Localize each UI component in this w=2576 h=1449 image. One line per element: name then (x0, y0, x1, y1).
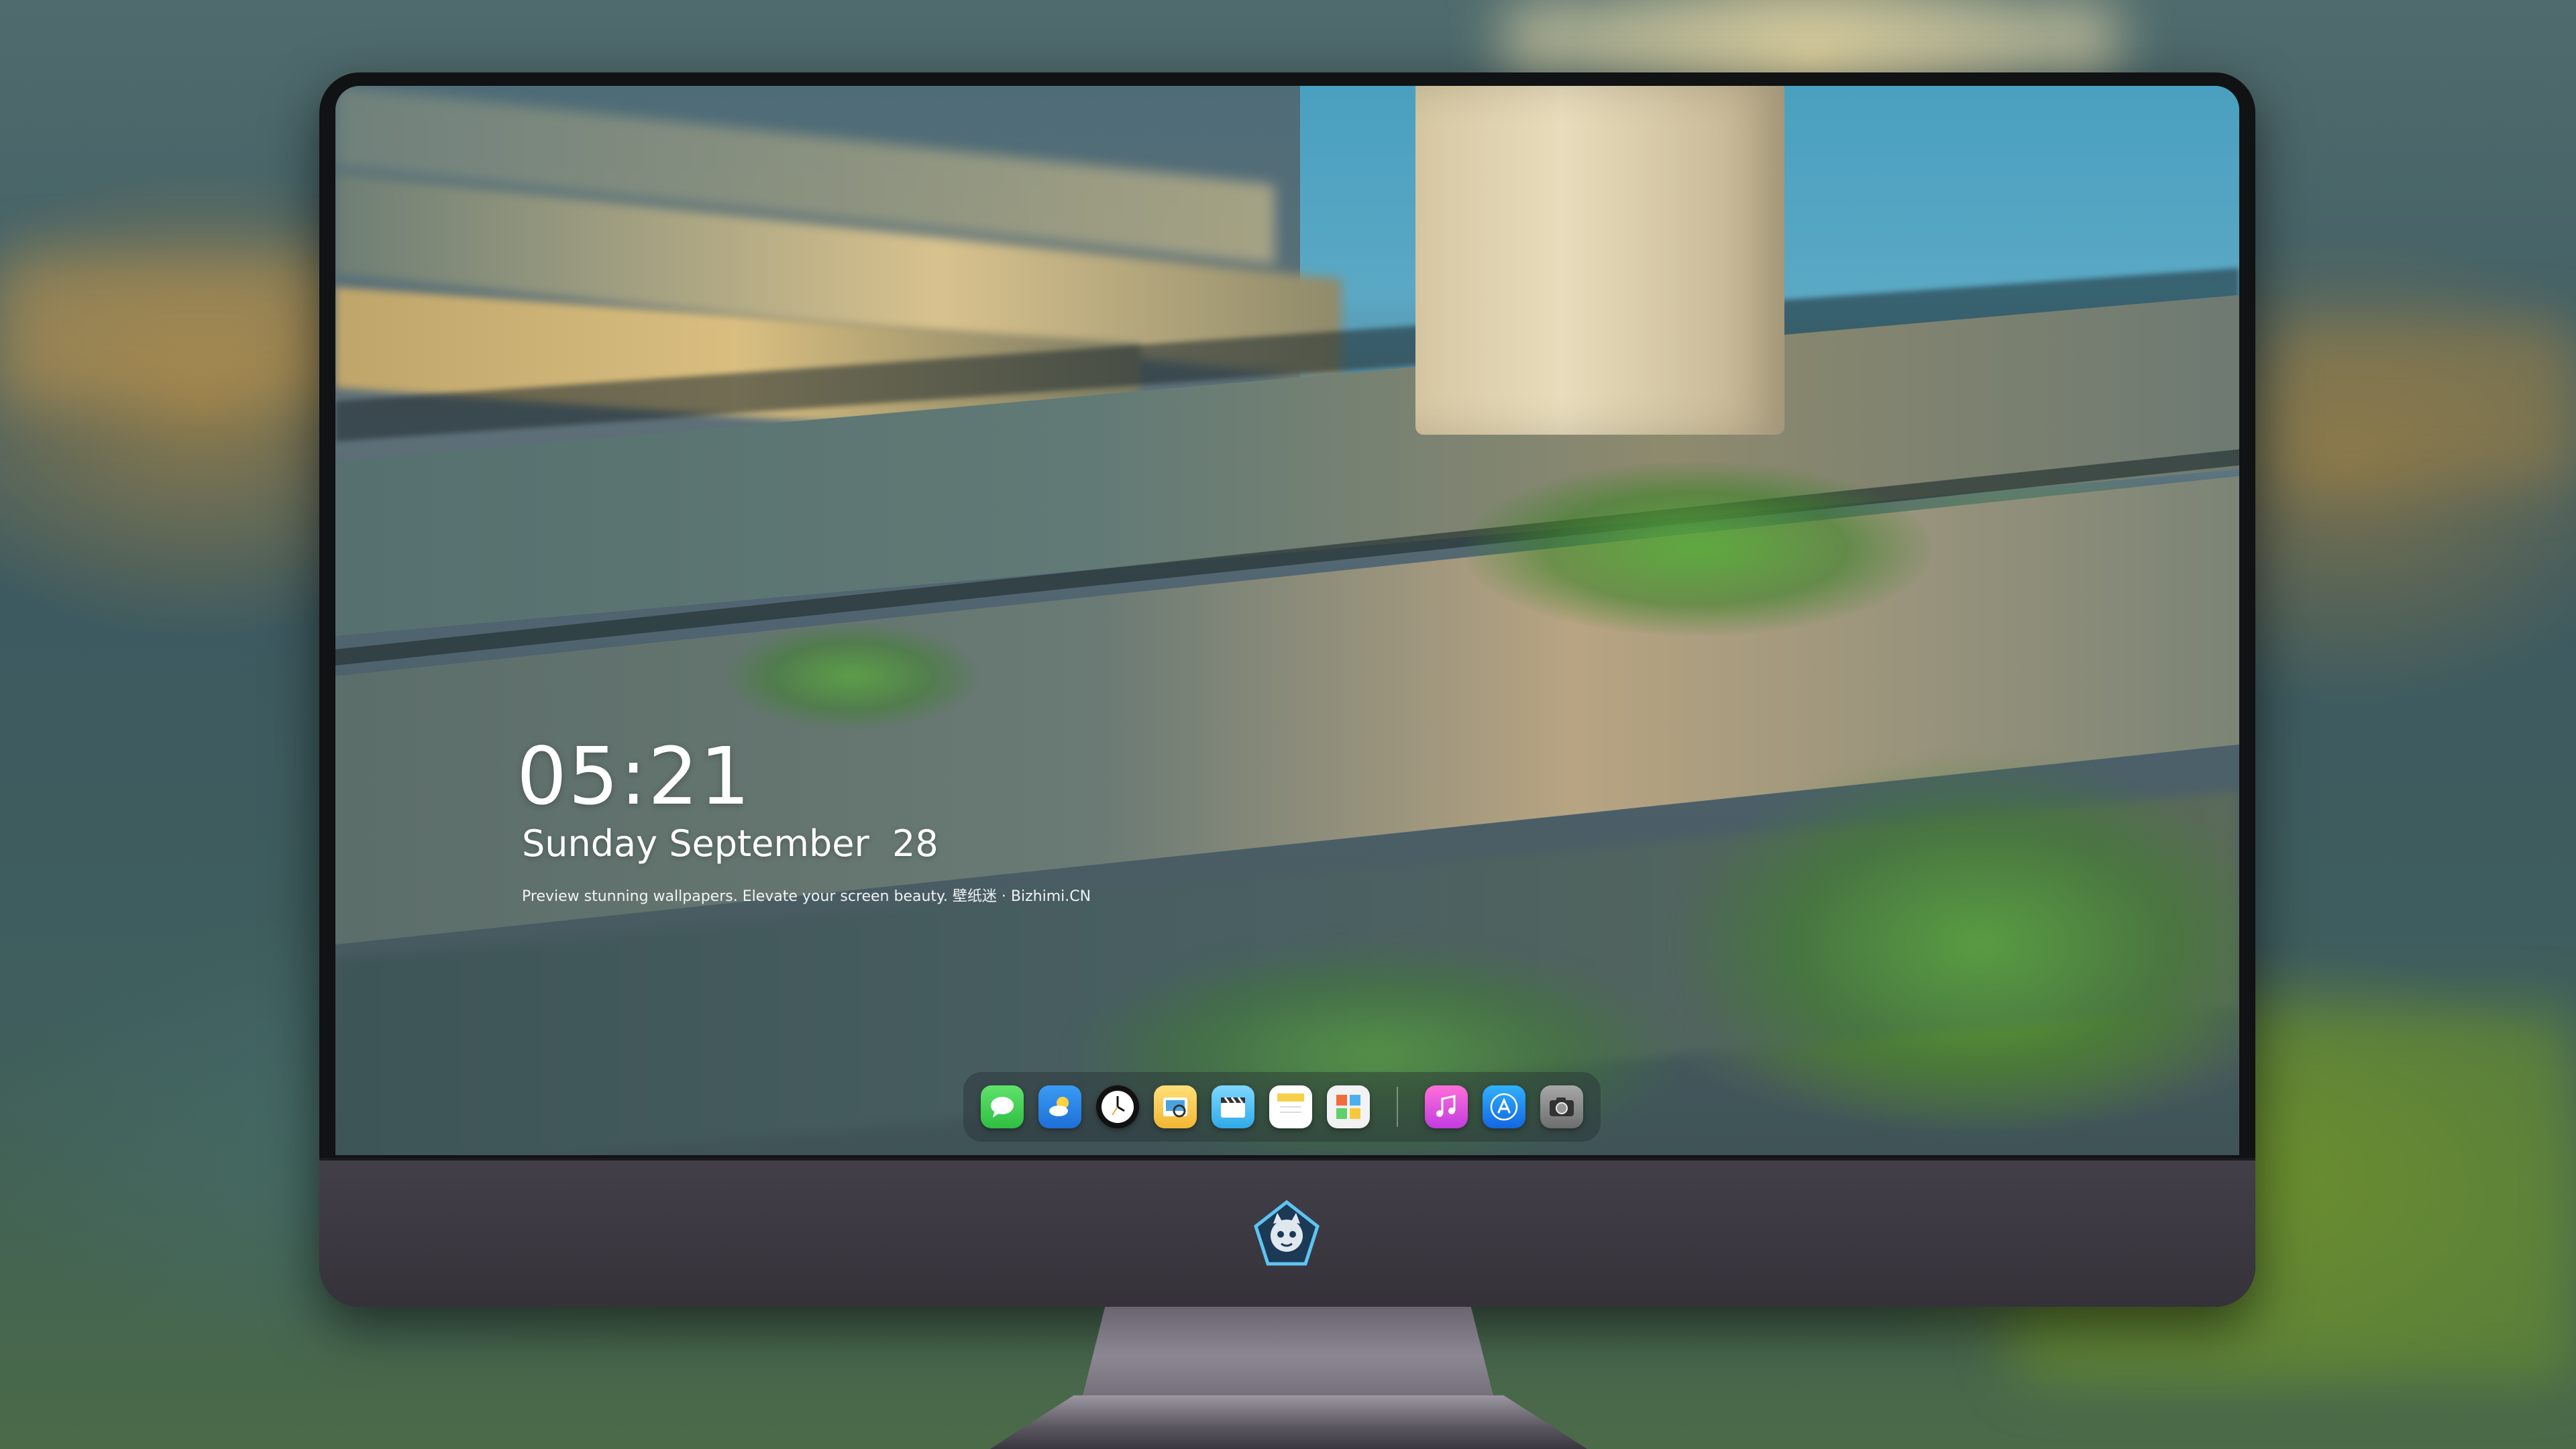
wallpaper-grass (1462, 462, 1932, 636)
dock-separator (1397, 1087, 1398, 1127)
preview-icon[interactable] (1154, 1085, 1197, 1128)
background-plank (0, 255, 349, 402)
lock-screen-date: Sunday September 28 (522, 822, 938, 865)
monitor-stand-base (990, 1395, 1587, 1449)
messages-icon[interactable] (981, 1085, 1024, 1128)
camera-icon[interactable] (1540, 1085, 1583, 1128)
blurred-background: 05:21 Sunday September 28 Preview stunni… (0, 0, 2576, 1449)
wallpaper-grass (1677, 757, 2239, 1132)
lock-screen-caption: Preview stunning wallpapers. Elevate you… (522, 888, 1091, 905)
clips-icon[interactable] (1212, 1085, 1254, 1128)
weather-icon[interactable] (1038, 1085, 1081, 1128)
notes-icon[interactable] (1269, 1085, 1312, 1128)
lock-screen-time: 05:21 (517, 730, 752, 822)
background-plank (1503, 0, 2120, 80)
background-plank (2267, 322, 2576, 483)
music-icon[interactable] (1425, 1085, 1468, 1128)
photo-booth-icon[interactable] (1327, 1085, 1370, 1128)
dock (963, 1072, 1601, 1142)
wallpaper-grass (724, 623, 979, 730)
brand-logo (1252, 1199, 1322, 1269)
app-store-icon[interactable] (1483, 1085, 1525, 1128)
desktop-screen: 05:21 Sunday September 28 Preview stunni… (335, 86, 2239, 1155)
wallpaper-post (1415, 86, 1784, 435)
mascot-logo-icon (1254, 1199, 1320, 1266)
clock-icon[interactable] (1096, 1085, 1139, 1128)
